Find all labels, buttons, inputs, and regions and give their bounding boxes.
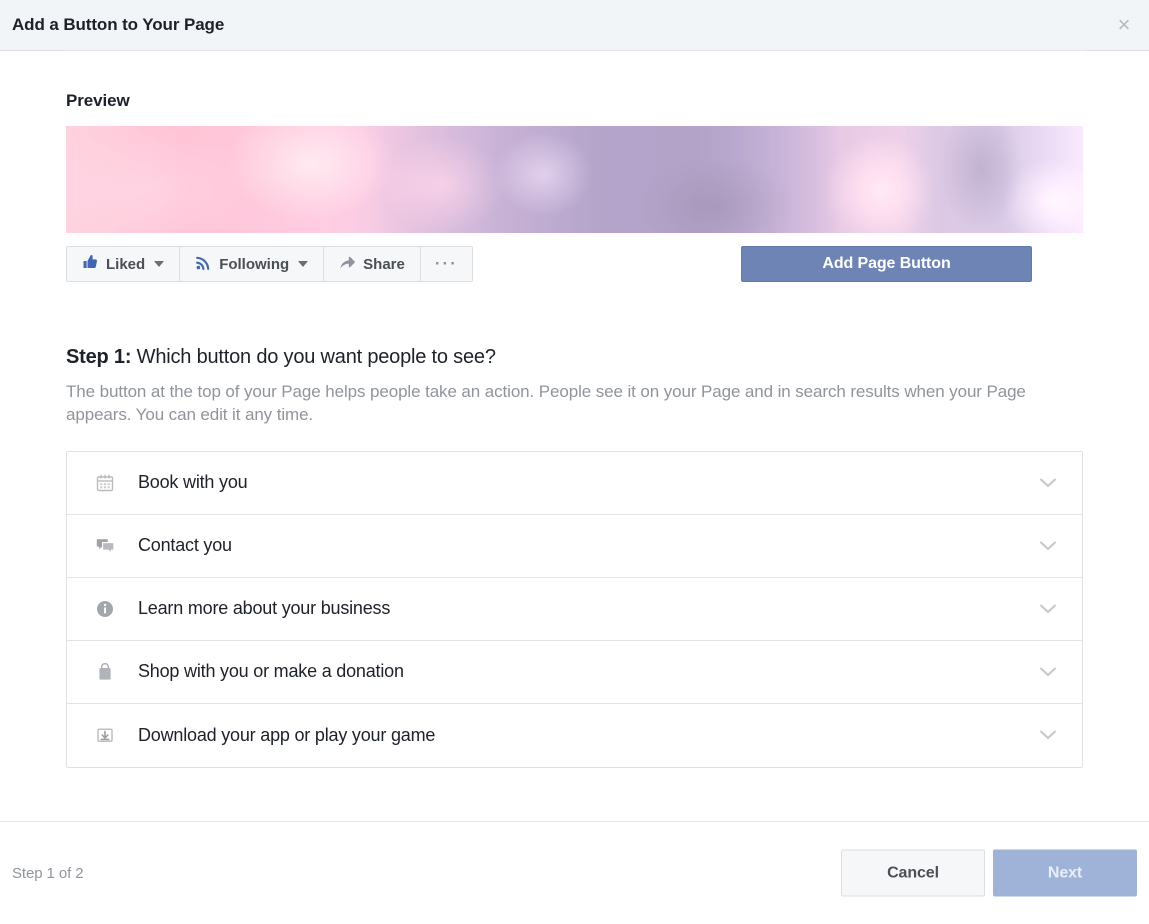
chevron-down-icon	[154, 261, 164, 267]
speech-bubbles-icon	[95, 536, 115, 556]
share-button[interactable]: Share	[324, 247, 421, 281]
cancel-button[interactable]: Cancel	[841, 850, 985, 897]
chevron-down-icon	[298, 261, 308, 267]
thumbs-up-icon	[82, 254, 99, 275]
next-button[interactable]: Next	[993, 850, 1137, 897]
share-label: Share	[363, 256, 405, 273]
footer-actions: Cancel Next	[841, 850, 1137, 897]
page-actions-group: Liked Following	[66, 246, 473, 282]
following-label: Following	[219, 256, 289, 273]
chevron-down-icon[interactable]	[1036, 597, 1060, 621]
following-button[interactable]: Following	[180, 247, 324, 281]
step-question: Which button do you want people to see?	[137, 346, 496, 368]
option-label: Shop with you or make a donation	[138, 661, 1036, 682]
step-prefix: Step 1:	[66, 346, 131, 368]
chevron-down-icon[interactable]	[1036, 471, 1060, 495]
dialog-body: Preview Liked	[0, 51, 1149, 821]
liked-button[interactable]: Liked	[67, 247, 180, 281]
ellipsis-icon: ···	[435, 254, 458, 274]
dialog-footer: Step 1 of 2 Cancel Next	[0, 821, 1149, 924]
option-label: Learn more about your business	[138, 598, 1036, 619]
add-button-dialog: Add a Button to Your Page × Preview Like…	[0, 0, 1149, 924]
button-type-options-list: Book with you Contact you	[66, 451, 1083, 768]
dialog-header: Add a Button to Your Page ×	[0, 0, 1149, 51]
page-action-row: Liked Following	[66, 246, 1083, 282]
add-page-button[interactable]: Add Page Button	[741, 246, 1032, 282]
rss-icon	[195, 254, 212, 275]
step-counter: Step 1 of 2	[12, 865, 83, 882]
liked-label: Liked	[106, 256, 145, 273]
step-heading: Step 1: Which button do you want people …	[66, 346, 1083, 369]
option-book-with-you[interactable]: Book with you	[67, 452, 1082, 515]
chevron-down-icon[interactable]	[1036, 723, 1060, 747]
option-label: Download your app or play your game	[138, 725, 1036, 746]
option-shop-or-donate[interactable]: Shop with you or make a donation	[67, 641, 1082, 704]
page-cover-photo	[66, 126, 1083, 233]
calendar-icon	[95, 473, 115, 493]
chevron-down-icon[interactable]	[1036, 534, 1060, 558]
option-learn-more[interactable]: Learn more about your business	[67, 578, 1082, 641]
preview-label: Preview	[66, 51, 1083, 111]
close-icon[interactable]: ×	[1111, 12, 1137, 38]
share-arrow-icon	[339, 254, 356, 275]
chevron-down-icon[interactable]	[1036, 660, 1060, 684]
step-description: The button at the top of your Page helps…	[66, 381, 1051, 427]
option-download-app[interactable]: Download your app or play your game	[67, 704, 1082, 767]
option-contact-you[interactable]: Contact you	[67, 515, 1082, 578]
download-icon	[95, 725, 115, 745]
info-circle-icon	[95, 599, 115, 619]
dialog-title: Add a Button to Your Page	[12, 15, 224, 35]
shopping-bag-icon	[95, 662, 115, 682]
option-label: Contact you	[138, 535, 1036, 556]
option-label: Book with you	[138, 472, 1036, 493]
more-options-button[interactable]: ···	[421, 247, 472, 281]
